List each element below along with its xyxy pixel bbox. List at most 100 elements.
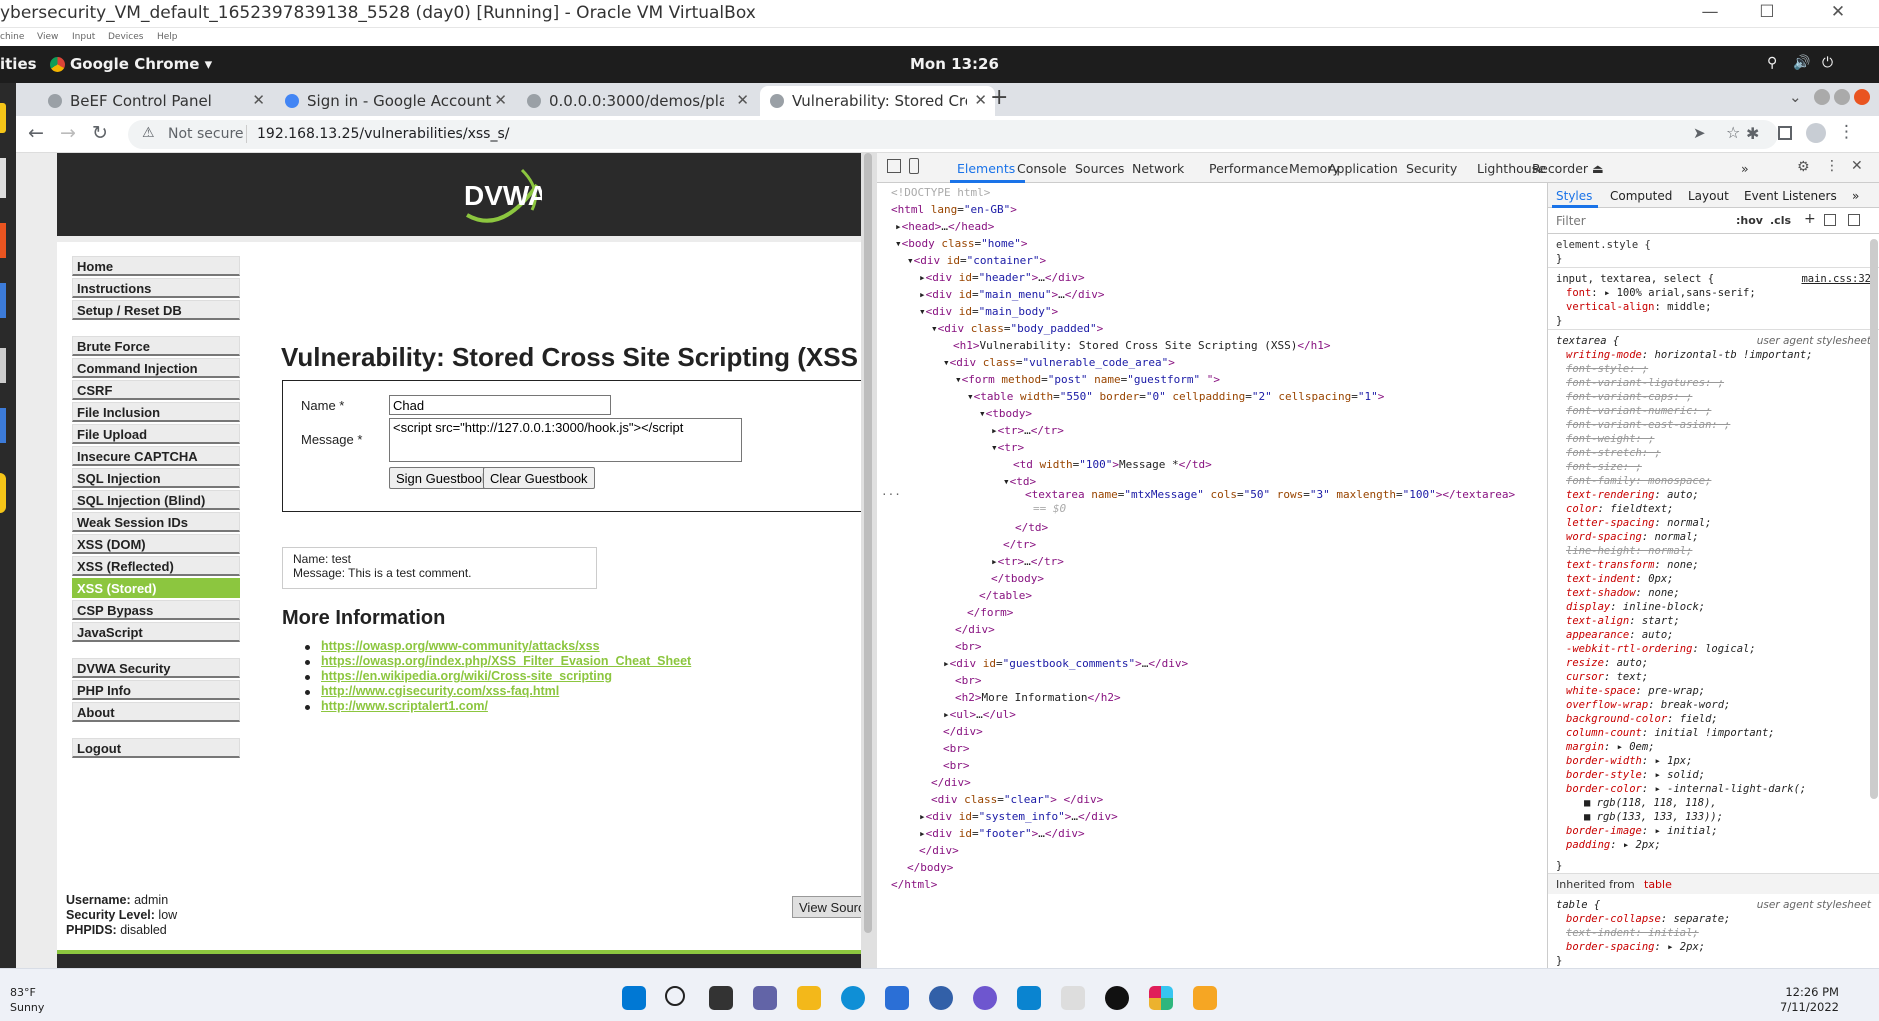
devtools-tab-console[interactable]: Console <box>1017 161 1067 176</box>
sign-guestbook-button[interactable]: Sign Guestbook <box>389 467 496 489</box>
menu-machine[interactable]: chine <box>0 32 24 42</box>
sidepanel-icon[interactable] <box>1778 126 1792 140</box>
css-decl[interactable]: ■ rgb(118, 118, 118), <box>1584 797 1717 809</box>
css-decl[interactable]: font-family: monospace; <box>1566 475 1711 487</box>
more-style-tabs-icon[interactable]: » <box>1852 189 1859 203</box>
dock-app-icon[interactable] <box>0 473 6 513</box>
css-decl[interactable]: text-shadow: none; <box>1566 587 1680 599</box>
rule-selector[interactable]: table { <box>1556 899 1600 911</box>
dom-line[interactable]: </div> <box>919 844 959 857</box>
device-toolbar-icon[interactable] <box>909 158 919 174</box>
task-view-icon[interactable] <box>709 986 733 1010</box>
virtualbox-icon[interactable] <box>1061 986 1085 1010</box>
devtools-tab-sources[interactable]: Sources <box>1075 161 1124 176</box>
maximize-chrome-icon[interactable] <box>1834 89 1850 105</box>
main-css-link[interactable]: main.css:32 <box>1801 273 1871 285</box>
sidebar-item-sql-injection[interactable]: SQL Injection <box>72 468 240 488</box>
dom-line[interactable]: ▾<tr> <box>991 441 1024 454</box>
tab-beef[interactable]: BeEF Control Panel ✕ <box>38 86 273 116</box>
taskbar-clock[interactable]: 12:26 PM 7/11/2022 <box>1780 985 1839 1015</box>
element-state-icon[interactable] <box>1824 214 1836 226</box>
dom-line[interactable]: </div> <box>931 776 971 789</box>
rule-selector[interactable]: textarea { <box>1556 335 1619 347</box>
extensions-icon[interactable]: ✱ <box>1746 124 1759 143</box>
sidebar-item-weak-session-ids[interactable]: Weak Session IDs <box>72 512 240 532</box>
volume-icon[interactable]: 🔊 <box>1793 55 1810 71</box>
dom-line[interactable]: ▾<form method="post" name="guestform" "> <box>955 373 1220 386</box>
css-decl[interactable]: font-stretch: ; <box>1566 447 1661 459</box>
dom-line[interactable]: ▾<div id="container"> <box>907 254 1046 267</box>
css-decl[interactable]: background-color: field; <box>1566 713 1718 725</box>
network-icon[interactable]: ⚲ <box>1767 55 1777 71</box>
reload-button[interactable]: ↻ <box>92 122 108 144</box>
css-decl[interactable]: font: ▸ 100% arial,sans-serif; <box>1566 287 1756 299</box>
app-menu[interactable]: Google Chrome ▾ <box>70 55 212 73</box>
dom-line[interactable]: </td> <box>1015 521 1048 534</box>
dom-line[interactable]: </div> <box>943 725 983 738</box>
menu-devices[interactable]: Devices <box>108 32 143 42</box>
dom-line[interactable]: <html lang="en-GB"> <box>891 203 1017 216</box>
back-button[interactable]: ← <box>28 122 44 144</box>
menu-input[interactable]: Input <box>72 32 95 42</box>
message-textarea[interactable]: <script src="http://127.0.0.1:3000/hook.… <box>389 418 742 462</box>
devtools-tab-recorder[interactable]: Recorder ⏏ <box>1532 161 1604 176</box>
css-decl[interactable]: vertical-align: middle; <box>1566 301 1711 313</box>
dom-line[interactable]: ▾<body class="home"> <box>895 237 1028 250</box>
css-decl[interactable]: ■ rgb(133, 133, 133)); <box>1584 811 1723 823</box>
sidebar-item-insecure-captcha[interactable]: Insecure CAPTCHA <box>72 446 240 466</box>
dom-line-ellipsis[interactable]: ··· <box>881 488 901 501</box>
dom-line[interactable]: ▾<div class="body_padded"> <box>931 322 1103 335</box>
file-explorer-icon[interactable] <box>797 986 821 1010</box>
devtools-menu-icon[interactable]: ⋮ <box>1825 158 1839 174</box>
dom-line[interactable]: ▾<tbody> <box>979 407 1032 420</box>
teams-icon[interactable] <box>753 986 777 1010</box>
dock-app-icon[interactable] <box>0 223 6 258</box>
dom-line[interactable]: <!DOCTYPE html> <box>891 186 990 199</box>
dom-line[interactable]: ▸<tr>…</tr> <box>991 555 1064 568</box>
dock-app-icon[interactable] <box>0 283 6 318</box>
css-decl[interactable]: border-width: ▸ 1px; <box>1566 755 1692 767</box>
dom-line[interactable]: ▸<div id="main_menu">…</div> <box>919 288 1104 301</box>
dock-app-icon[interactable] <box>0 158 6 198</box>
css-decl[interactable]: border-spacing: ▸ 2px; <box>1566 941 1705 953</box>
dom-line[interactable]: ▾<div id="main_body"> <box>919 305 1058 318</box>
minimize-chrome-icon[interactable] <box>1814 89 1830 105</box>
dom-line[interactable]: <td width="100">Message *</td> <box>1013 458 1212 471</box>
sidebar-item-file-upload[interactable]: File Upload <box>72 424 240 444</box>
dock-app-icon[interactable] <box>0 348 6 383</box>
dom-line[interactable]: ▸<div id="system_info">…</div> <box>919 810 1118 823</box>
minimize-button[interactable]: — <box>1700 2 1720 22</box>
sidebar-toggle-icon[interactable] <box>1848 214 1860 226</box>
profile-avatar[interactable] <box>1806 123 1826 143</box>
sidebar-item-php-info[interactable]: PHP Info <box>72 680 240 700</box>
dom-line[interactable]: ▾<table width="550" border="0" cellpaddi… <box>967 390 1384 403</box>
clear-guestbook-button[interactable]: Clear Guestbook <box>483 467 595 489</box>
inspect-element-icon[interactable] <box>887 159 901 173</box>
ubuntu-clock[interactable]: Mon 13:26 <box>910 55 999 73</box>
close-tab-icon[interactable]: ✕ <box>494 91 507 109</box>
sidebar-item-instructions[interactable]: Instructions <box>72 278 240 298</box>
dom-line[interactable]: ▸<div id="header">…</div> <box>919 271 1085 284</box>
weather-widget[interactable]: 83°F Sunny <box>10 985 44 1015</box>
dom-line[interactable]: ▾<div class="vulnerable_code_area"> <box>943 356 1175 369</box>
link-owasp-xss[interactable]: https://owasp.org/www-community/attacks/… <box>321 639 600 653</box>
bookmark-star-icon[interactable]: ☆ <box>1726 123 1740 142</box>
store-icon[interactable] <box>885 986 909 1010</box>
dom-line[interactable]: ▸<div id="footer">…</div> <box>919 827 1085 840</box>
dom-line[interactable]: </table> <box>979 589 1032 602</box>
app-icon[interactable] <box>929 986 953 1010</box>
css-decl[interactable]: white-space: pre-wrap; <box>1566 685 1705 697</box>
dom-line[interactable]: ▸<ul>…</ul> <box>943 708 1016 721</box>
app-icon[interactable] <box>1193 986 1217 1010</box>
css-decl[interactable]: display: inline-block; <box>1566 601 1705 613</box>
close-button[interactable]: ✕ <box>1828 2 1848 22</box>
power-icon[interactable]: ⏻ <box>1822 55 1833 71</box>
search-icon[interactable] <box>665 986 685 1006</box>
dom-line[interactable]: </tbody> <box>991 572 1044 585</box>
css-decl[interactable]: overflow-wrap: break-word; <box>1566 699 1730 711</box>
dom-line[interactable]: </form> <box>967 606 1013 619</box>
sidebar-item-dvwa-security[interactable]: DVWA Security <box>72 658 240 678</box>
css-decl[interactable]: font-size: ; <box>1566 461 1642 473</box>
send-icon[interactable]: ➤ <box>1693 124 1706 142</box>
sidebar-item-logout[interactable]: Logout <box>72 738 240 758</box>
